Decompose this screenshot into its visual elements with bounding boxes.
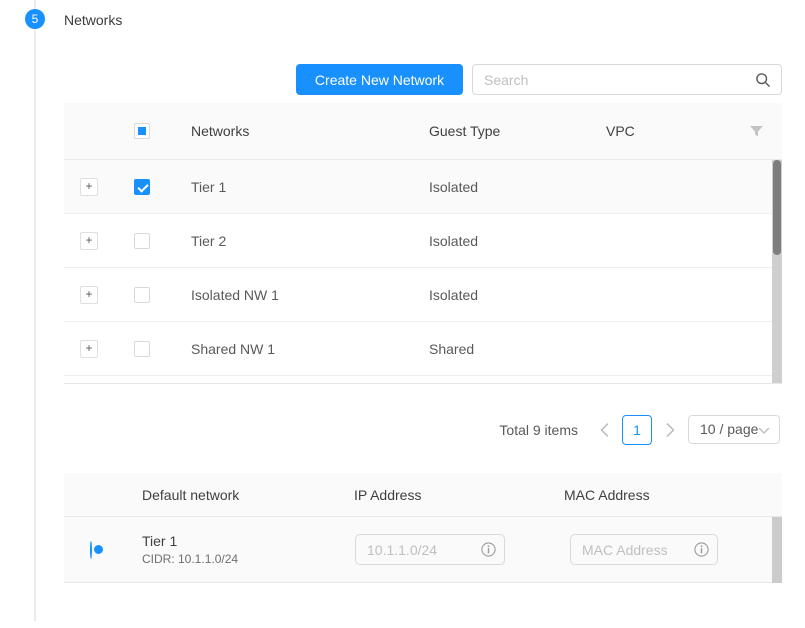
info-circle-icon[interactable] — [481, 542, 496, 557]
search-icon[interactable] — [755, 72, 771, 88]
row-checkbox[interactable] — [134, 287, 150, 303]
networks-wizard-step: 5 Networks Create New Network Networks G… — [0, 0, 805, 628]
chevron-right-icon — [666, 423, 675, 437]
chevron-down-icon — [758, 427, 770, 435]
network-row[interactable]: + Isolated NW 1 Isolated — [64, 268, 772, 322]
networks-table-header: Networks Guest Type VPC — [64, 103, 782, 160]
mac-address-column-header: MAC Address — [564, 487, 782, 503]
search-input[interactable] — [473, 65, 781, 94]
network-row[interactable]: + Shared NW 1 Shared — [64, 322, 772, 376]
page-size-value: 10 / page — [700, 421, 758, 437]
page-size-select[interactable]: 10 / page — [688, 415, 780, 444]
pagination-total: Total 9 items — [499, 422, 578, 438]
table-scrollbar-track[interactable] — [772, 517, 782, 583]
row-checkbox[interactable] — [134, 341, 150, 357]
default-network-table-header: Default network IP Address MAC Address — [64, 473, 782, 517]
default-network-radio[interactable] — [90, 541, 92, 559]
step-connector-line — [34, 0, 36, 621]
network-name: Isolated NW 1 — [170, 287, 418, 303]
default-network-cidr: CIDR: 10.1.1.0/24 — [142, 552, 354, 566]
info-circle-icon[interactable] — [694, 542, 709, 557]
table-scrollbar-thumb[interactable] — [773, 160, 781, 255]
ip-address-field-wrap — [355, 534, 505, 565]
default-network-name: Tier 1 — [142, 533, 354, 549]
network-row[interactable]: + Tier 1 Isolated — [64, 160, 772, 214]
partial-row-strip — [64, 376, 772, 383]
guest-type-cell: Isolated — [418, 179, 595, 195]
expand-row-button[interactable]: + — [80, 178, 98, 196]
filter-cell — [730, 126, 782, 137]
expand-row-button[interactable]: + — [80, 286, 98, 304]
table-scrollbar-track[interactable] — [772, 160, 782, 383]
default-network-table: Default network IP Address MAC Address T… — [64, 473, 782, 583]
expand-row-button[interactable]: + — [80, 340, 98, 358]
row-checkbox[interactable] — [134, 233, 150, 249]
networks-table: Networks Guest Type VPC + Tier 1 Isolate… — [64, 103, 782, 384]
network-row[interactable]: + Tier 2 Isolated — [64, 214, 772, 268]
filter-icon[interactable] — [750, 126, 763, 137]
guest-type-cell: Isolated — [418, 233, 595, 249]
page-number-button[interactable]: 1 — [622, 415, 652, 445]
next-page-button[interactable] — [660, 415, 680, 445]
guest-type-cell: Shared — [418, 341, 595, 357]
guest-type-column-header: Guest Type — [418, 123, 595, 139]
guest-type-cell: Isolated — [418, 287, 595, 303]
network-name: Tier 1 — [170, 179, 418, 195]
search-box — [472, 64, 782, 95]
previous-page-button[interactable] — [594, 415, 614, 445]
network-name: Tier 2 — [170, 233, 418, 249]
step-title: Networks — [64, 12, 122, 28]
vpc-column-header: VPC — [595, 123, 730, 139]
pagination: Total 9 items 1 10 / page — [64, 414, 780, 445]
networks-column-header: Networks — [170, 123, 418, 139]
ip-address-column-header: IP Address — [354, 487, 564, 503]
chevron-left-icon — [600, 423, 609, 437]
select-all-checkbox[interactable] — [134, 123, 150, 139]
select-all-cell — [114, 123, 170, 139]
expand-row-button[interactable]: + — [80, 232, 98, 250]
default-network-row[interactable]: Tier 1 CIDR: 10.1.1.0/24 — [64, 517, 772, 583]
create-network-button[interactable]: Create New Network — [296, 64, 463, 95]
network-name: Shared NW 1 — [170, 341, 418, 357]
row-checkbox[interactable] — [134, 179, 150, 195]
step-number-badge: 5 — [25, 9, 45, 29]
mac-address-field-wrap — [570, 534, 718, 565]
default-network-column-header: Default network — [142, 487, 354, 503]
